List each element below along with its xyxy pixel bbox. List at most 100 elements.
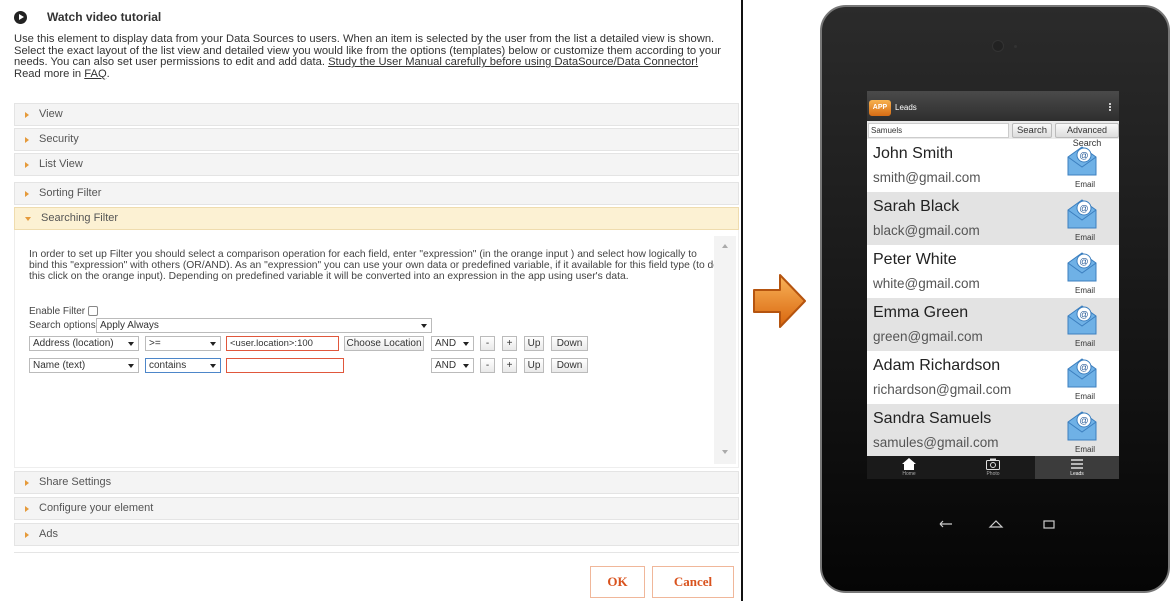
- contact-email: green@gmail.com: [873, 329, 983, 344]
- email-icon[interactable]: @: [1063, 143, 1101, 179]
- chevron-right-icon: [25, 136, 29, 143]
- section-sorting-filter[interactable]: Sorting Filter: [14, 182, 739, 205]
- contact-row[interactable]: Peter White white@gmail.com @ Email: [867, 245, 1119, 298]
- enable-filter-checkbox[interactable]: [88, 306, 98, 316]
- contact-email: smith@gmail.com: [873, 170, 981, 185]
- move-up-button[interactable]: Up: [524, 358, 544, 373]
- back-icon[interactable]: [939, 520, 952, 528]
- chevron-right-icon: [25, 190, 29, 197]
- field-select[interactable]: Name (text): [29, 358, 139, 373]
- svg-text:@: @: [1079, 257, 1088, 267]
- email-icon[interactable]: @: [1063, 196, 1101, 232]
- expression-input[interactable]: [226, 358, 344, 373]
- move-down-button[interactable]: Down: [551, 358, 588, 373]
- move-down-button[interactable]: Down: [551, 336, 588, 351]
- section-label: View: [39, 108, 63, 120]
- email-icon[interactable]: @: [1063, 408, 1101, 444]
- home-button-icon[interactable]: [988, 520, 1004, 528]
- contact-name: Peter White: [873, 251, 957, 268]
- contact-row[interactable]: Sarah Black black@gmail.com @ Email: [867, 192, 1119, 245]
- email-icon[interactable]: @: [1063, 302, 1101, 338]
- section-label: Searching Filter: [41, 212, 119, 224]
- email-icon[interactable]: @: [1063, 249, 1101, 285]
- move-up-button[interactable]: Up: [524, 336, 544, 351]
- add-row-button[interactable]: +: [502, 336, 517, 351]
- section-list-view[interactable]: List View: [14, 153, 739, 176]
- contact-name: Sarah Black: [873, 198, 960, 215]
- nav-leads-label: Leads: [1070, 471, 1084, 477]
- scroll-up-icon[interactable]: [722, 244, 728, 248]
- field-value: Name (text): [33, 360, 86, 371]
- faq-link[interactable]: FAQ: [84, 68, 106, 80]
- choose-location-button[interactable]: Choose Location: [344, 336, 424, 351]
- app-action-bar: APP Leads: [867, 91, 1119, 121]
- search-options-value: Apply Always: [100, 320, 159, 331]
- section-label: Configure your element: [39, 502, 154, 514]
- user-manual-link[interactable]: Study the User Manual carefully before u…: [328, 56, 698, 68]
- chevron-right-icon: [25, 111, 29, 118]
- dropdown-arrow-icon: [421, 324, 427, 328]
- chevron-right-icon: [25, 505, 29, 512]
- contact-email: samules@gmail.com: [873, 435, 999, 450]
- remove-row-button[interactable]: -: [480, 336, 495, 351]
- home-icon: [902, 458, 916, 470]
- overflow-menu-icon[interactable]: [1109, 103, 1111, 111]
- ok-button[interactable]: OK: [590, 566, 645, 598]
- sensor-dot: [1014, 45, 1017, 48]
- advanced-search-button[interactable]: Advanced Search: [1055, 123, 1119, 148]
- section-ads[interactable]: Ads: [14, 523, 739, 546]
- contact-name: Emma Green: [873, 304, 969, 321]
- section-configure[interactable]: Configure your element: [14, 497, 739, 520]
- email-icon[interactable]: @: [1063, 355, 1101, 391]
- contact-row[interactable]: Adam Richardson richardson@gmail.com @ Emai…: [867, 351, 1119, 404]
- search-input[interactable]: Samuels: [868, 123, 1009, 138]
- field-value: Address (location): [33, 338, 114, 349]
- add-row-button[interactable]: +: [502, 358, 517, 373]
- nav-home[interactable]: Home: [867, 456, 951, 479]
- contact-row[interactable]: Sandra Samuels samules@gmail.com @ Email: [867, 404, 1119, 457]
- search-options-label: Search options:: [29, 320, 99, 331]
- field-select[interactable]: Address (location): [29, 336, 139, 351]
- operator-select[interactable]: >=: [145, 336, 221, 351]
- chevron-right-icon: [25, 479, 29, 486]
- play-icon: [14, 10, 27, 24]
- nav-leads[interactable]: Leads: [1035, 456, 1119, 479]
- contact-row[interactable]: John Smith smith@gmail.com @ Email: [867, 139, 1119, 192]
- search-options-select[interactable]: Apply Always: [96, 318, 432, 333]
- contact-email: richardson@gmail.com: [873, 382, 1012, 397]
- video-tutorial-link[interactable]: Watch video tutorial: [14, 10, 161, 24]
- cancel-button[interactable]: Cancel: [652, 566, 734, 598]
- svg-text:@: @: [1079, 151, 1088, 161]
- logic-value: AND: [435, 360, 457, 371]
- logic-select[interactable]: AND: [431, 358, 474, 373]
- video-tutorial-label: Watch video tutorial: [47, 10, 162, 24]
- chevron-down-icon: [25, 216, 31, 221]
- contact-row[interactable]: Emma Green green@gmail.com @ Email: [867, 298, 1119, 351]
- section-searching-filter[interactable]: Searching Filter: [14, 207, 739, 230]
- email-label: Email: [1074, 445, 1095, 454]
- svg-text:@: @: [1079, 204, 1088, 214]
- footer-divider: [14, 552, 739, 553]
- scroll-down-icon[interactable]: [722, 450, 728, 454]
- scrollbar[interactable]: [714, 236, 736, 464]
- logic-value: AND: [435, 338, 457, 349]
- section-security[interactable]: Security: [14, 128, 739, 151]
- camera-icon: [992, 40, 1004, 52]
- nav-photo-label: Photo: [986, 471, 1000, 477]
- search-button[interactable]: Search: [1012, 123, 1052, 138]
- email-label: Email: [1074, 233, 1095, 242]
- section-label: Ads: [39, 528, 58, 540]
- chevron-right-icon: [25, 161, 29, 168]
- remove-row-button[interactable]: -: [480, 358, 495, 373]
- section-view[interactable]: View: [14, 103, 739, 126]
- expression-input[interactable]: <user.location>:100: [226, 336, 339, 351]
- arrow-right-icon: [753, 274, 806, 328]
- nav-photo[interactable]: Photo: [951, 456, 1035, 479]
- list-icon: [1071, 459, 1083, 469]
- svg-text:@: @: [1079, 363, 1088, 373]
- operator-select[interactable]: contains: [145, 358, 221, 373]
- recent-apps-icon[interactable]: [1043, 520, 1055, 529]
- section-share-settings[interactable]: Share Settings: [14, 471, 739, 494]
- logic-select[interactable]: AND: [431, 336, 474, 351]
- app-title: Leads: [895, 103, 917, 112]
